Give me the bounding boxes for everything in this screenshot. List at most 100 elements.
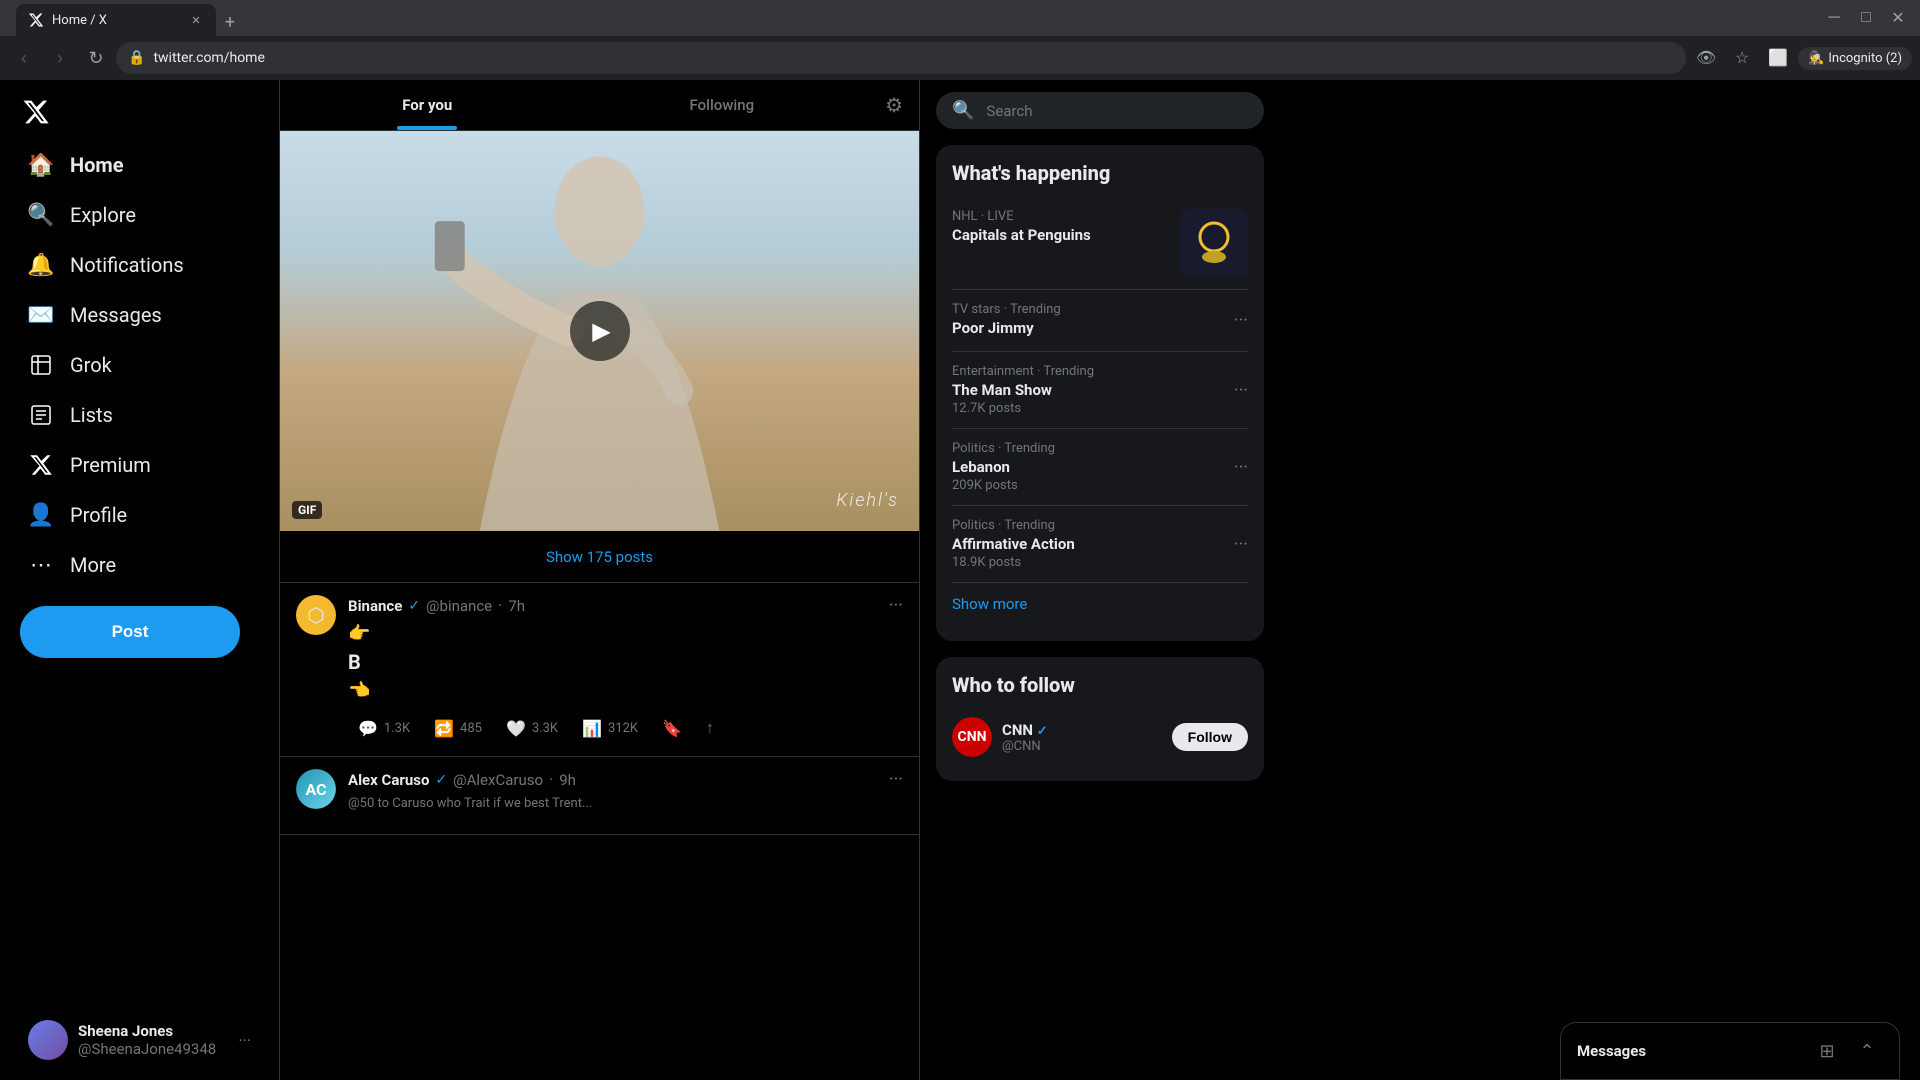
trending-entertainment-label: The Man Show	[952, 381, 1234, 399]
right-sidebar: 🔍 Search What's happening NHL · LIVE Cap…	[920, 80, 1280, 1080]
kiehl-watermark: Kiehl's	[836, 490, 899, 511]
reload-btn[interactable]: ↻	[80, 42, 112, 74]
trending-lebanon-info: Politics · Trending Lebanon 209K posts	[952, 441, 1234, 493]
trending-entertainment-count: 12.7K posts	[952, 401, 1234, 416]
trending-nhl-image	[1180, 209, 1248, 277]
share-action[interactable]: ↑	[696, 712, 724, 744]
trending-entertainment-more-btn[interactable]: ···	[1234, 380, 1248, 401]
trending-item-tv[interactable]: TV stars · Trending Poor Jimmy ···	[952, 290, 1248, 352]
tweet-alex-more-btn[interactable]: ···	[889, 769, 903, 790]
alex-handle: @AlexCaruso	[453, 771, 543, 789]
trending-nhl-info: NHL · LIVE Capitals at Penguins	[952, 209, 1091, 246]
show-more-link[interactable]: Show more	[952, 583, 1248, 625]
feed-scroll[interactable]: ▶ GIF Kiehl's Show 175 posts ⬡ Binance ✓	[280, 131, 919, 1080]
trending-item-affirmative[interactable]: Politics · Trending Affirmative Action 1…	[952, 506, 1248, 583]
video-play-overlay[interactable]: ▶	[280, 131, 919, 531]
tab-following[interactable]: Following	[575, 80, 870, 130]
binance-verified-icon: ✓	[408, 598, 420, 614]
search-placeholder: Search	[986, 102, 1032, 120]
sidebar-item-more[interactable]: ⋯ More	[12, 540, 267, 590]
incognito-label: Incognito (2)	[1828, 51, 1902, 66]
eye-slash-icon[interactable]: 👁	[1690, 42, 1722, 74]
cnn-handle: @CNN	[1002, 739, 1048, 754]
address-bar[interactable]: 🔒 twitter.com/home	[116, 42, 1686, 74]
browser-toolbar: ‹ › ↻ 🔒 twitter.com/home 👁 ☆ ⬜ 🕵 Incogni…	[0, 36, 1920, 80]
forward-btn[interactable]: ›	[44, 42, 76, 74]
messages-collapse-icon[interactable]: ⌃	[1851, 1035, 1883, 1067]
sidebar-item-profile[interactable]: 👤 Profile	[12, 490, 267, 540]
sidebar-item-home-label: Home	[70, 153, 124, 177]
whats-happening-section: What's happening NHL · LIVE Capitals at …	[936, 145, 1264, 641]
trending-nhl-meta: NHL · LIVE	[952, 209, 1091, 224]
incognito-badge[interactable]: 🕵 Incognito (2)	[1798, 47, 1912, 70]
messages-title: Messages	[1577, 1042, 1811, 1060]
tab-bar: Home / X ✕ +	[8, 0, 1812, 36]
close-btn[interactable]: ✕	[1884, 4, 1912, 32]
sidebar-item-grok[interactable]: Grok	[12, 340, 267, 390]
tab-title: Home / X	[52, 13, 180, 28]
tweet-binance-header: Binance ✓ @binance · 7h ···	[348, 595, 903, 616]
incognito-icon: 🕵	[1808, 51, 1824, 66]
x-logo[interactable]	[12, 88, 60, 136]
sidebar-item-messages-label: Messages	[70, 303, 162, 327]
trending-lebanon-more-btn[interactable]: ···	[1234, 457, 1248, 478]
trending-item-entertainment[interactable]: Entertainment · Trending The Man Show 12…	[952, 352, 1248, 429]
sidebar-item-messages[interactable]: ✉️ Messages	[12, 290, 267, 340]
minimize-btn[interactable]: ─	[1820, 4, 1848, 32]
binance-avatar: ⬡	[296, 595, 336, 635]
trending-nhl-label: Capitals at Penguins	[952, 226, 1091, 244]
search-box[interactable]: 🔍 Search	[936, 92, 1264, 129]
back-btn[interactable]: ‹	[8, 42, 40, 74]
sidebar-item-home[interactable]: 🏠 Home	[12, 140, 267, 190]
explore-icon: 🔍	[28, 202, 54, 228]
sidebar-item-lists[interactable]: Lists	[12, 390, 267, 440]
alex-verified-icon: ✓	[435, 772, 447, 788]
trending-entertainment-meta: Entertainment · Trending	[952, 364, 1234, 379]
like-action[interactable]: 🤍 3.3K	[496, 713, 568, 744]
cnn-follow-button[interactable]: Follow	[1172, 723, 1248, 751]
trending-tv-meta: TV stars · Trending	[952, 302, 1234, 317]
bookmark-action[interactable]: 🔖	[652, 713, 692, 744]
show-posts-link[interactable]: Show 175 posts	[546, 548, 653, 566]
reply-action[interactable]: 💬 1.3K	[348, 713, 420, 744]
views-action[interactable]: 📊 312K	[572, 713, 648, 744]
tab-close-btn[interactable]: ✕	[188, 12, 204, 28]
bell-icon: 🔔	[28, 252, 54, 278]
trending-lebanon-meta: Politics · Trending	[952, 441, 1234, 456]
user-handle: @SheenaJone49348	[78, 1040, 216, 1058]
trending-tv-more-btn[interactable]: ···	[1234, 310, 1248, 331]
active-tab[interactable]: Home / X ✕	[16, 4, 216, 36]
url-text: twitter.com/home	[153, 50, 1674, 66]
cnn-avatar: CNN	[952, 717, 992, 757]
lists-icon	[28, 402, 54, 428]
play-button[interactable]: ▶	[570, 301, 630, 361]
trending-affirmative-more-btn[interactable]: ···	[1234, 534, 1248, 555]
feed-settings-icon[interactable]: ⚙	[869, 81, 919, 129]
follow-item-cnn: CNN CNN ✓ @CNN Follow	[952, 709, 1248, 765]
share-icon: ↑	[706, 718, 714, 738]
user-info[interactable]: Sheena Jones @SheenaJone49348 ···	[12, 1008, 267, 1072]
like-count: 3.3K	[532, 721, 558, 736]
retweet-count: 485	[460, 721, 482, 736]
alex-tweet-text: @50 to Caruso who Trait if we best Trent…	[348, 794, 903, 814]
tweet-binance-more-btn[interactable]: ···	[889, 595, 903, 616]
trending-item-lebanon[interactable]: Politics · Trending Lebanon 209K posts ·…	[952, 429, 1248, 506]
post-button[interactable]: Post	[20, 606, 240, 658]
video-thumbnail: ▶ GIF Kiehl's	[280, 131, 919, 531]
sidebar-item-premium-label: Premium	[70, 453, 151, 477]
star-icon[interactable]: ☆	[1726, 42, 1758, 74]
reply-icon: 💬	[358, 719, 378, 738]
maximize-btn[interactable]: □	[1852, 4, 1880, 32]
sidebar-toggle-btn[interactable]: ⬜	[1762, 42, 1794, 74]
sidebar-item-lists-label: Lists	[70, 403, 113, 427]
tab-for-you[interactable]: For you	[280, 80, 575, 130]
trending-tv-label: Poor Jimmy	[952, 319, 1234, 337]
sidebar-item-premium[interactable]: Premium	[12, 440, 267, 490]
new-tab-btn[interactable]: +	[216, 8, 244, 36]
messages-grid-icon[interactable]: ⊞	[1811, 1035, 1843, 1067]
sidebar-item-notifications[interactable]: 🔔 Notifications	[12, 240, 267, 290]
trending-item-nhl[interactable]: NHL · LIVE Capitals at Penguins	[952, 197, 1248, 290]
retweet-action[interactable]: 🔁 485	[424, 713, 492, 744]
sidebar-item-explore[interactable]: 🔍 Explore	[12, 190, 267, 240]
alex-avatar: AC	[296, 769, 336, 809]
